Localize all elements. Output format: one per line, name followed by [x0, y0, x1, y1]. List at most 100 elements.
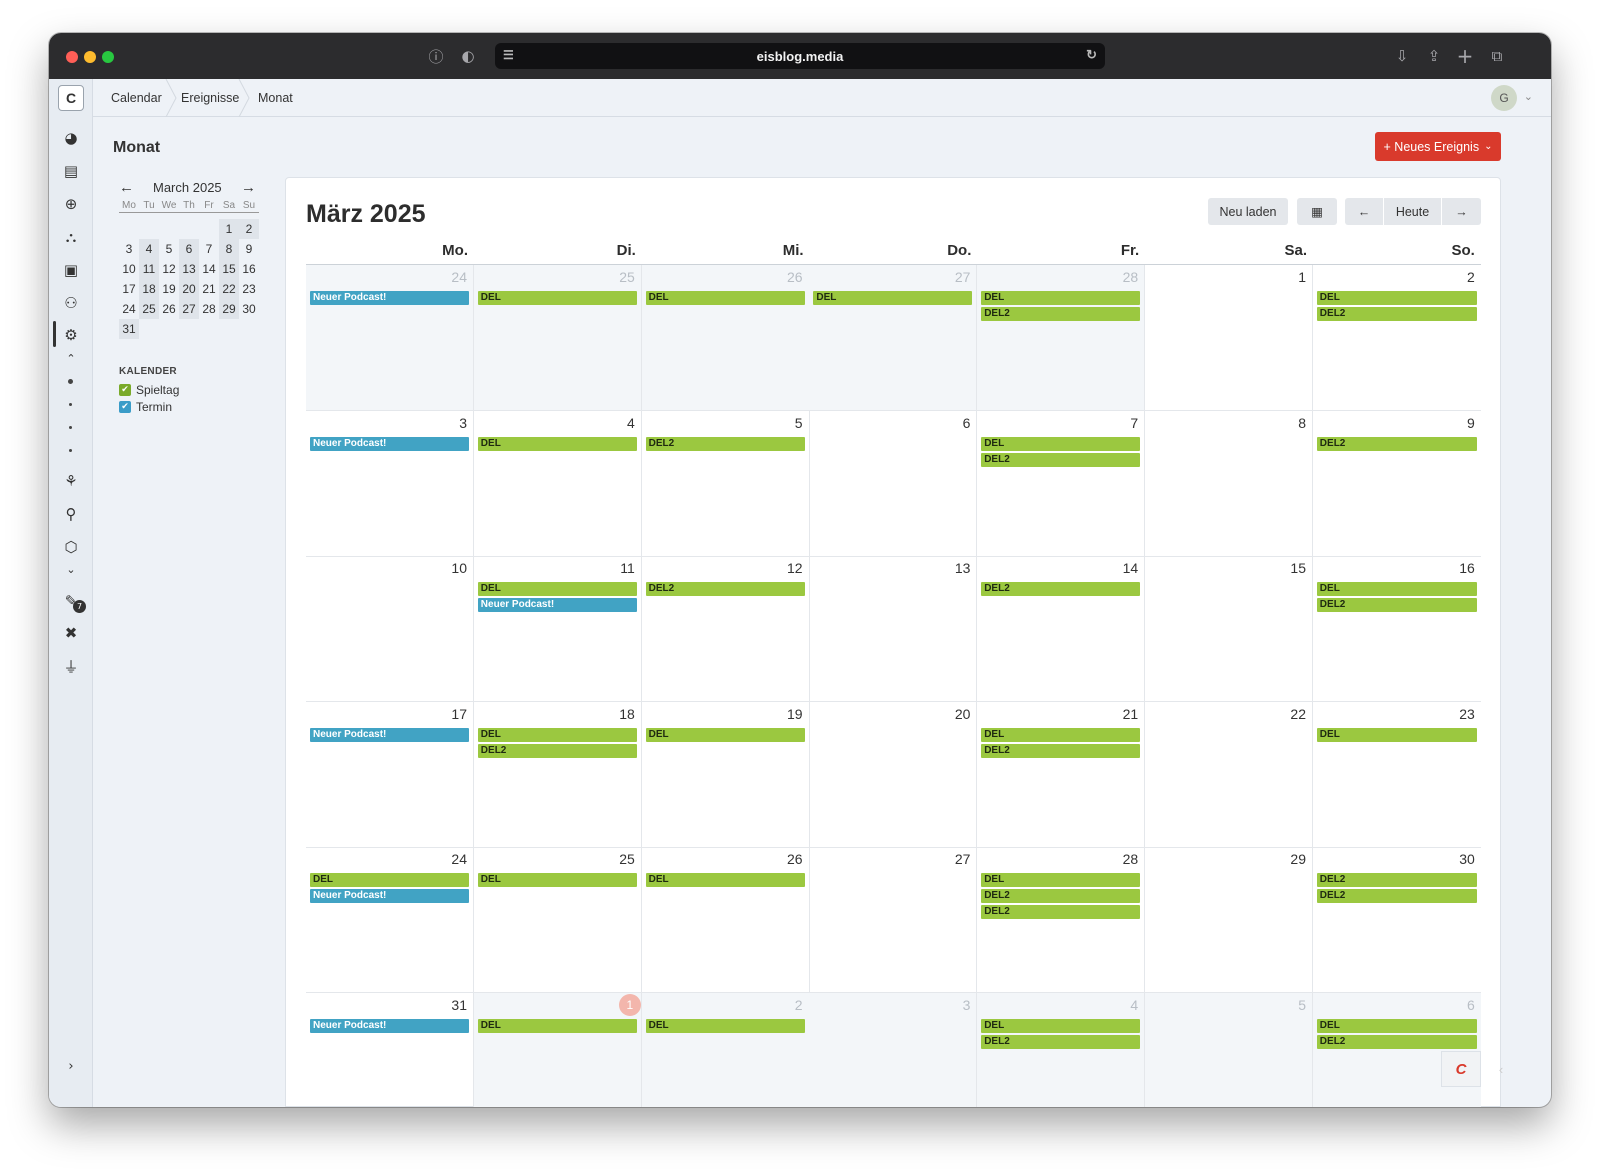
- day-cell[interactable]: 1: [1145, 265, 1313, 411]
- globe-icon[interactable]: ⊕: [49, 193, 93, 215]
- submenu-dot-icon[interactable]: [69, 403, 72, 406]
- day-cell[interactable]: 6: [809, 410, 978, 557]
- calendar-event[interactable]: DEL: [981, 291, 1141, 305]
- calendar-termin[interactable]: ✔ Termin: [119, 398, 179, 415]
- calendar-event[interactable]: DEL: [645, 291, 805, 305]
- calendar-event[interactable]: DEL2: [981, 307, 1141, 321]
- day-cell[interactable]: 6 DEL DEL2: [1312, 992, 1481, 1107]
- calendar-event[interactable]: DEL: [477, 1018, 637, 1033]
- calendar-event[interactable]: DEL2: [1316, 889, 1477, 903]
- breadcrumb-calendar[interactable]: Calendar: [111, 91, 162, 105]
- chevron-down-icon[interactable]: ⌄: [49, 558, 93, 580]
- calendar-event[interactable]: DEL2: [981, 452, 1141, 467]
- close-window-button[interactable]: [66, 51, 78, 63]
- mini-day[interactable]: 29: [219, 299, 239, 319]
- calendar-event[interactable]: DEL2: [1316, 1034, 1477, 1049]
- next-month-button[interactable]: →: [1442, 198, 1481, 225]
- mini-day[interactable]: 16: [239, 259, 259, 279]
- day-cell[interactable]: 28 DEL DEL2: [977, 265, 1146, 411]
- calendar-event[interactable]: DEL: [1316, 727, 1477, 742]
- day-cell[interactable]: 14 DEL2: [977, 556, 1146, 702]
- day-cell[interactable]: 5: [1145, 992, 1313, 1107]
- mini-day[interactable]: 14: [199, 259, 219, 279]
- calendar-event[interactable]: Neuer Podcast!: [310, 291, 469, 305]
- calendar-event[interactable]: Neuer Podcast!: [310, 727, 469, 742]
- mini-day[interactable]: 1: [219, 219, 239, 239]
- mini-day[interactable]: 24: [119, 299, 139, 319]
- calendar-event[interactable]: DEL: [477, 873, 637, 887]
- day-cell[interactable]: 25 DEL: [473, 265, 642, 411]
- day-cell[interactable]: 26 DEL: [641, 265, 810, 411]
- mini-day[interactable]: 20: [179, 279, 199, 299]
- calendar-event[interactable]: DEL: [645, 873, 805, 887]
- shield-icon[interactable]: ◐: [457, 45, 479, 67]
- mini-day[interactable]: 31: [119, 319, 139, 339]
- day-cell[interactable]: 11 DEL Neuer Podcast!: [473, 556, 642, 702]
- day-cell[interactable]: 22: [1145, 701, 1313, 848]
- mini-day[interactable]: 22: [219, 279, 239, 299]
- today-button[interactable]: Heute: [1384, 198, 1441, 225]
- calendar-event[interactable]: DEL2: [981, 905, 1141, 919]
- mini-day[interactable]: 11: [139, 259, 159, 279]
- mini-day[interactable]: 9: [239, 239, 259, 259]
- checkbox-checked-icon[interactable]: ✔: [119, 383, 131, 396]
- day-cell[interactable]: 16 DEL DEL2: [1312, 556, 1481, 702]
- checkbox-checked-icon[interactable]: ✔: [119, 400, 131, 413]
- bug-icon[interactable]: ✖: [49, 622, 93, 644]
- prev-month-button[interactable]: ←: [1345, 198, 1383, 225]
- mini-day[interactable]: 7: [199, 239, 219, 259]
- calendar-event[interactable]: DEL: [477, 291, 637, 305]
- day-cell[interactable]: 30 DEL2 DEL2: [1312, 847, 1481, 993]
- calendar-event[interactable]: DEL: [981, 727, 1141, 742]
- submenu-dot-icon[interactable]: [68, 379, 73, 384]
- reload-icon[interactable]: ↻: [1086, 47, 1097, 63]
- sitemap-icon[interactable]: ⛬: [49, 226, 93, 248]
- calendar-event[interactable]: DEL2: [1316, 436, 1477, 451]
- mini-day[interactable]: 4: [139, 239, 159, 259]
- download-icon[interactable]: ⇩: [1391, 45, 1413, 67]
- mini-day[interactable]: 19: [159, 279, 179, 299]
- day-cell[interactable]: 13: [809, 556, 978, 702]
- calendar-spieltag[interactable]: ✔ Spieltag: [119, 381, 179, 398]
- calendar-event[interactable]: DEL: [981, 873, 1141, 887]
- day-cell[interactable]: 10: [306, 556, 474, 702]
- calendar-event[interactable]: DEL2: [981, 582, 1141, 596]
- new-event-button[interactable]: + Neues Ereignis ⌄: [1375, 132, 1501, 161]
- plug-icon[interactable]: ⏚: [49, 655, 93, 677]
- day-cell[interactable]: 19 DEL: [641, 701, 810, 848]
- gauge-icon[interactable]: ◕: [49, 127, 93, 149]
- day-cell[interactable]: 25 DEL: [473, 847, 642, 993]
- mini-day[interactable]: 6: [179, 239, 199, 259]
- day-cell[interactable]: 4 DEL DEL2: [977, 992, 1146, 1107]
- day-cell[interactable]: 31 Neuer Podcast!: [306, 992, 474, 1107]
- calendar-event[interactable]: Neuer Podcast!: [310, 1018, 469, 1033]
- calendar-event[interactable]: DEL2: [1316, 873, 1477, 887]
- tools-icon[interactable]: ⚲: [49, 503, 93, 525]
- calendar-event[interactable]: DEL2: [1316, 307, 1477, 321]
- calendar-event[interactable]: DEL: [477, 727, 637, 742]
- day-cell[interactable]: 4 DEL: [473, 410, 642, 557]
- mini-day[interactable]: 5: [159, 239, 179, 259]
- calendar-event[interactable]: DEL: [981, 436, 1141, 451]
- chevron-down-icon[interactable]: ⌄: [1524, 90, 1533, 103]
- day-cell[interactable]: 3: [809, 992, 978, 1107]
- day-cell[interactable]: 21 DEL DEL2: [977, 701, 1146, 848]
- mini-next-arrow[interactable]: →: [241, 179, 256, 196]
- news-icon[interactable]: ▤: [49, 160, 93, 182]
- reload-button[interactable]: Neu laden: [1208, 198, 1288, 225]
- day-cell[interactable]: 27: [809, 847, 978, 993]
- calendar-event[interactable]: DEL: [310, 873, 469, 887]
- mini-day[interactable]: 2: [239, 219, 259, 239]
- hexagon-icon[interactable]: ⬡: [49, 536, 93, 558]
- maximize-window-button[interactable]: [102, 51, 114, 63]
- info-icon[interactable]: ⓘ: [425, 45, 447, 67]
- day-cell[interactable]: 27 DEL: [809, 265, 978, 411]
- day-cell[interactable]: 17 Neuer Podcast!: [306, 701, 474, 848]
- day-cell[interactable]: 5 DEL2: [641, 410, 810, 557]
- mini-day[interactable]: 15: [219, 259, 239, 279]
- calendar-event[interactable]: DEL2: [645, 436, 805, 451]
- calendar-event[interactable]: DEL: [1316, 1018, 1477, 1033]
- day-cell[interactable]: 15: [1145, 556, 1313, 702]
- day-cell[interactable]: 20: [809, 701, 978, 848]
- mini-day[interactable]: 23: [239, 279, 259, 299]
